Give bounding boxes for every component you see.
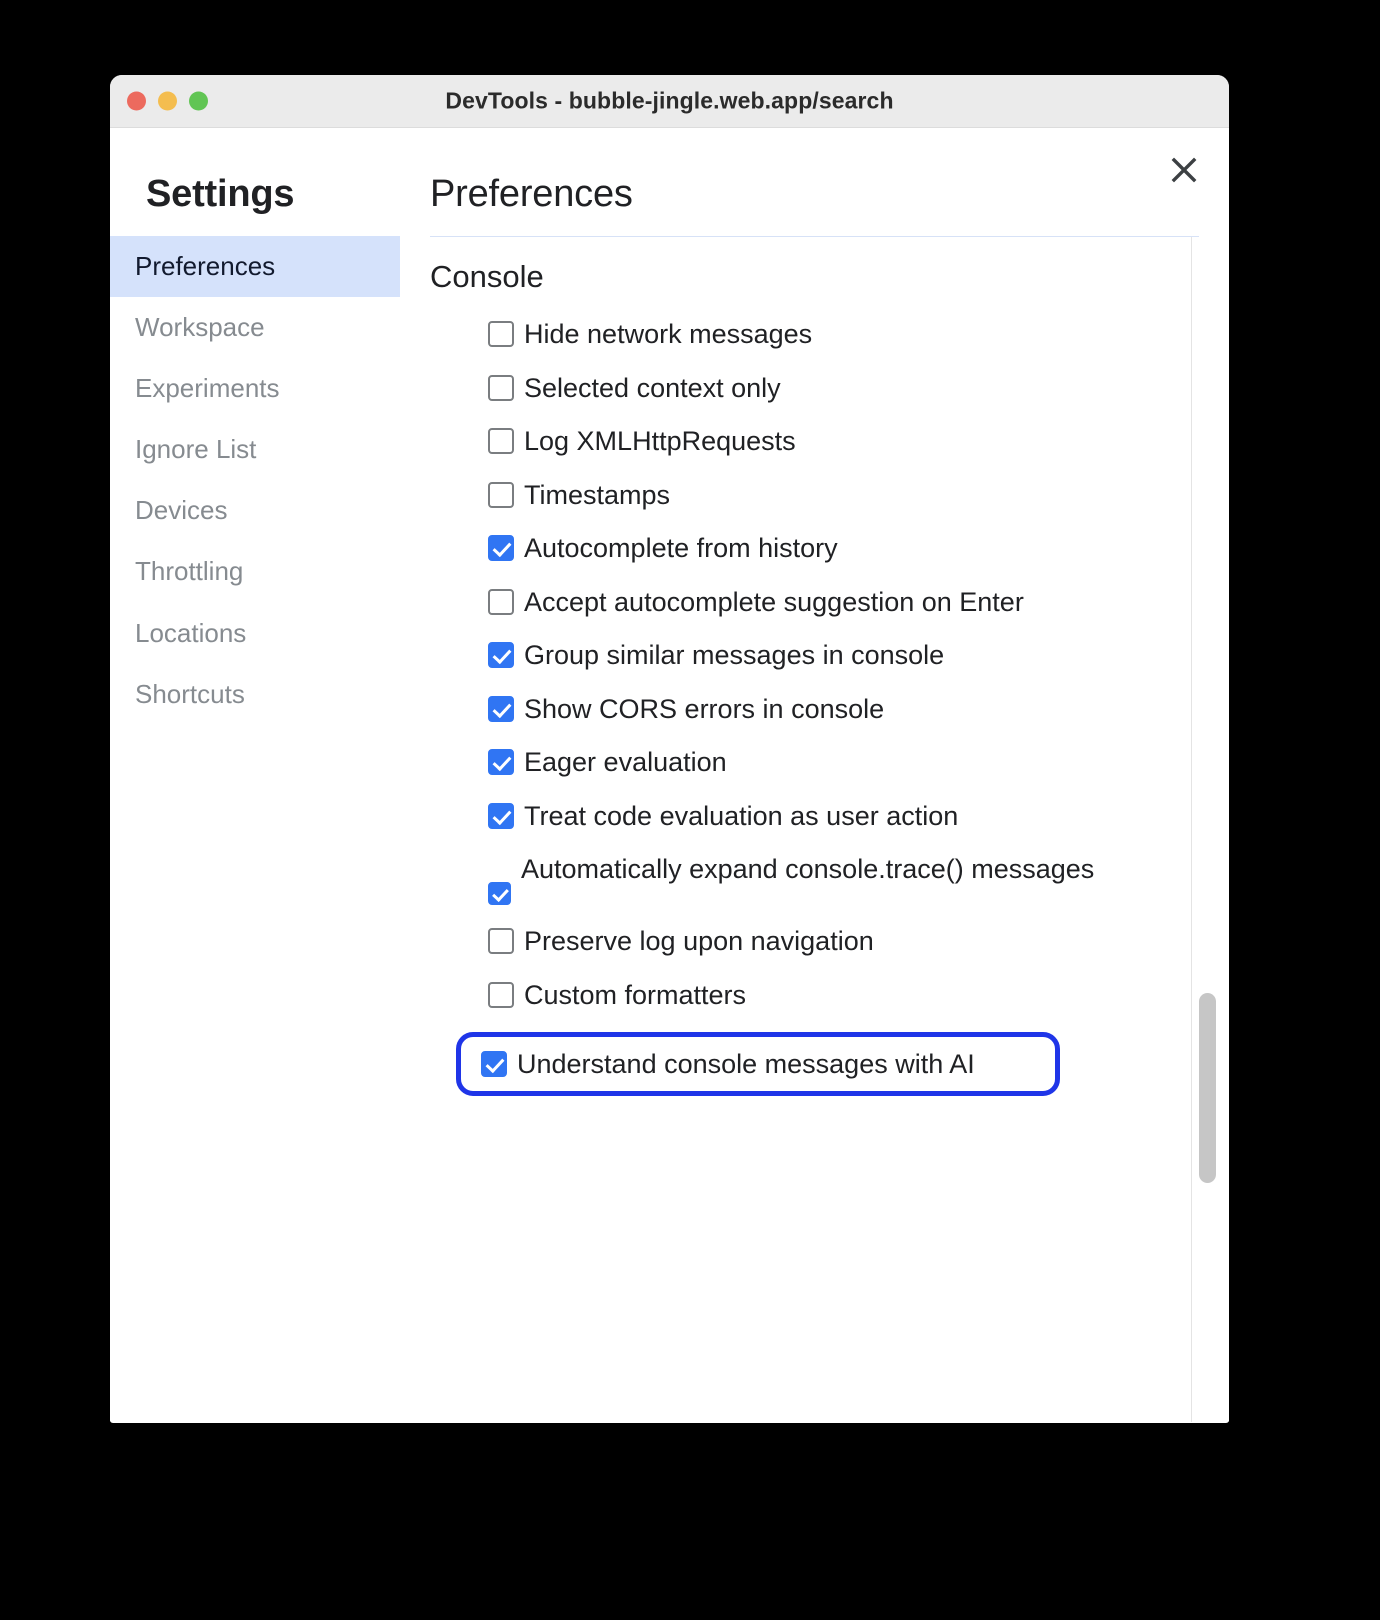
option-label: Hide network messages: [524, 319, 813, 349]
window-titlebar: DevTools - bubble-jingle.web.app/search: [110, 75, 1229, 128]
checkbox-checked-icon[interactable]: [481, 1050, 507, 1077]
checkbox-checked-icon[interactable]: [488, 535, 514, 562]
checkbox-unchecked-icon[interactable]: [488, 982, 514, 1009]
preferences-scrollbar[interactable]: [1191, 237, 1229, 1422]
checkbox-unchecked-icon[interactable]: [488, 428, 514, 455]
console-options-group: Hide network messages Selected context o…: [430, 317, 1191, 1097]
option-label: Automatically expand console.trace() mes…: [521, 854, 1095, 885]
sidebar-item-shortcuts[interactable]: Shortcuts: [110, 664, 400, 725]
option-label: Treat code evaluation as user action: [524, 800, 959, 831]
sidebar-item-workspace[interactable]: Workspace: [110, 297, 400, 358]
option-label: Group similar messages in console: [524, 640, 945, 671]
option-hide-network-messages[interactable]: Hide network messages: [488, 317, 1191, 352]
checkbox-unchecked-icon[interactable]: [488, 588, 514, 615]
option-timestamps[interactable]: Timestamps: [488, 478, 1191, 513]
checkbox-checked-icon[interactable]: [488, 882, 511, 906]
checkbox-unchecked-icon[interactable]: [488, 374, 514, 401]
option-label: Autocomplete from history: [524, 533, 838, 564]
sidebar-item-experiments[interactable]: Experiments: [110, 358, 400, 419]
option-label: Accept autocomplete suggestion on Enter: [524, 586, 1024, 617]
screen: DevTools - bubble-jingle.web.app/search …: [0, 0, 1380, 1620]
sidebar-item-throttling[interactable]: Throttling: [110, 541, 400, 602]
checkbox-checked-icon[interactable]: [488, 642, 514, 669]
option-selected-context-only[interactable]: Selected context only: [488, 371, 1191, 406]
option-group-similar-messages[interactable]: Group similar messages in console: [488, 638, 1191, 673]
option-label: Selected context only: [524, 372, 781, 403]
devtools-window: DevTools - bubble-jingle.web.app/search …: [110, 75, 1229, 1423]
sidebar-nav-list: Preferences Workspace Experiments Ignore…: [110, 236, 400, 725]
option-log-xmlhttprequests[interactable]: Log XMLHttpRequests: [488, 424, 1191, 459]
option-treat-code-evaluation-as-user-action[interactable]: Treat code evaluation as user action: [488, 799, 1191, 834]
option-preserve-log-upon-navigation[interactable]: Preserve log upon navigation: [488, 924, 1191, 959]
option-understand-console-messages-with-ai[interactable]: Understand console messages with AI: [456, 1031, 1060, 1097]
option-label: Show CORS errors in console: [524, 693, 885, 724]
scrollbar-thumb[interactable]: [1199, 993, 1216, 1183]
preferences-scroll-area: Console Hide network messages Selected c…: [430, 237, 1229, 1422]
checkbox-unchecked-icon[interactable]: [488, 481, 514, 508]
option-autocomplete-from-history[interactable]: Autocomplete from history: [488, 531, 1191, 566]
checkbox-checked-icon[interactable]: [488, 802, 514, 829]
option-label: Log XMLHttpRequests: [524, 426, 796, 457]
close-icon[interactable]: [1164, 150, 1204, 190]
page-title: Preferences: [430, 173, 633, 215]
option-label: Understand console messages with AI: [517, 1048, 975, 1079]
option-auto-expand-console-trace[interactable]: Automatically expand console.trace() mes…: [488, 852, 1191, 906]
option-eager-evaluation[interactable]: Eager evaluation: [488, 745, 1191, 780]
sidebar-item-preferences[interactable]: Preferences: [110, 236, 400, 298]
preferences-list: Console Hide network messages Selected c…: [430, 237, 1191, 1422]
checkbox-unchecked-icon[interactable]: [488, 928, 514, 955]
option-label: Preserve log upon navigation: [524, 926, 874, 957]
sidebar-item-locations[interactable]: Locations: [110, 603, 400, 664]
settings-sidebar: Settings Preferences Workspace Experimen…: [110, 128, 400, 1422]
settings-dialog: Settings Preferences Workspace Experimen…: [110, 128, 1229, 1422]
option-accept-autocomplete-on-enter[interactable]: Accept autocomplete suggestion on Enter: [488, 585, 1191, 620]
sidebar-item-devices[interactable]: Devices: [110, 480, 400, 541]
checkbox-unchecked-icon[interactable]: [488, 321, 514, 347]
sidebar-title: Settings: [146, 173, 295, 215]
checkbox-checked-icon[interactable]: [488, 695, 514, 722]
option-custom-formatters[interactable]: Custom formatters: [488, 978, 1191, 1013]
option-label: Custom formatters: [524, 980, 747, 1011]
option-label: Timestamps: [524, 479, 671, 510]
settings-content: Preferences Console Hide network message…: [400, 128, 1229, 1422]
sidebar-item-ignore-list[interactable]: Ignore List: [110, 419, 400, 480]
window-title: DevTools - bubble-jingle.web.app/search: [445, 87, 894, 114]
section-heading-console: Console: [430, 259, 544, 294]
checkbox-checked-icon[interactable]: [488, 749, 514, 776]
option-show-cors-errors[interactable]: Show CORS errors in console: [488, 692, 1191, 727]
option-label: Eager evaluation: [524, 747, 727, 778]
